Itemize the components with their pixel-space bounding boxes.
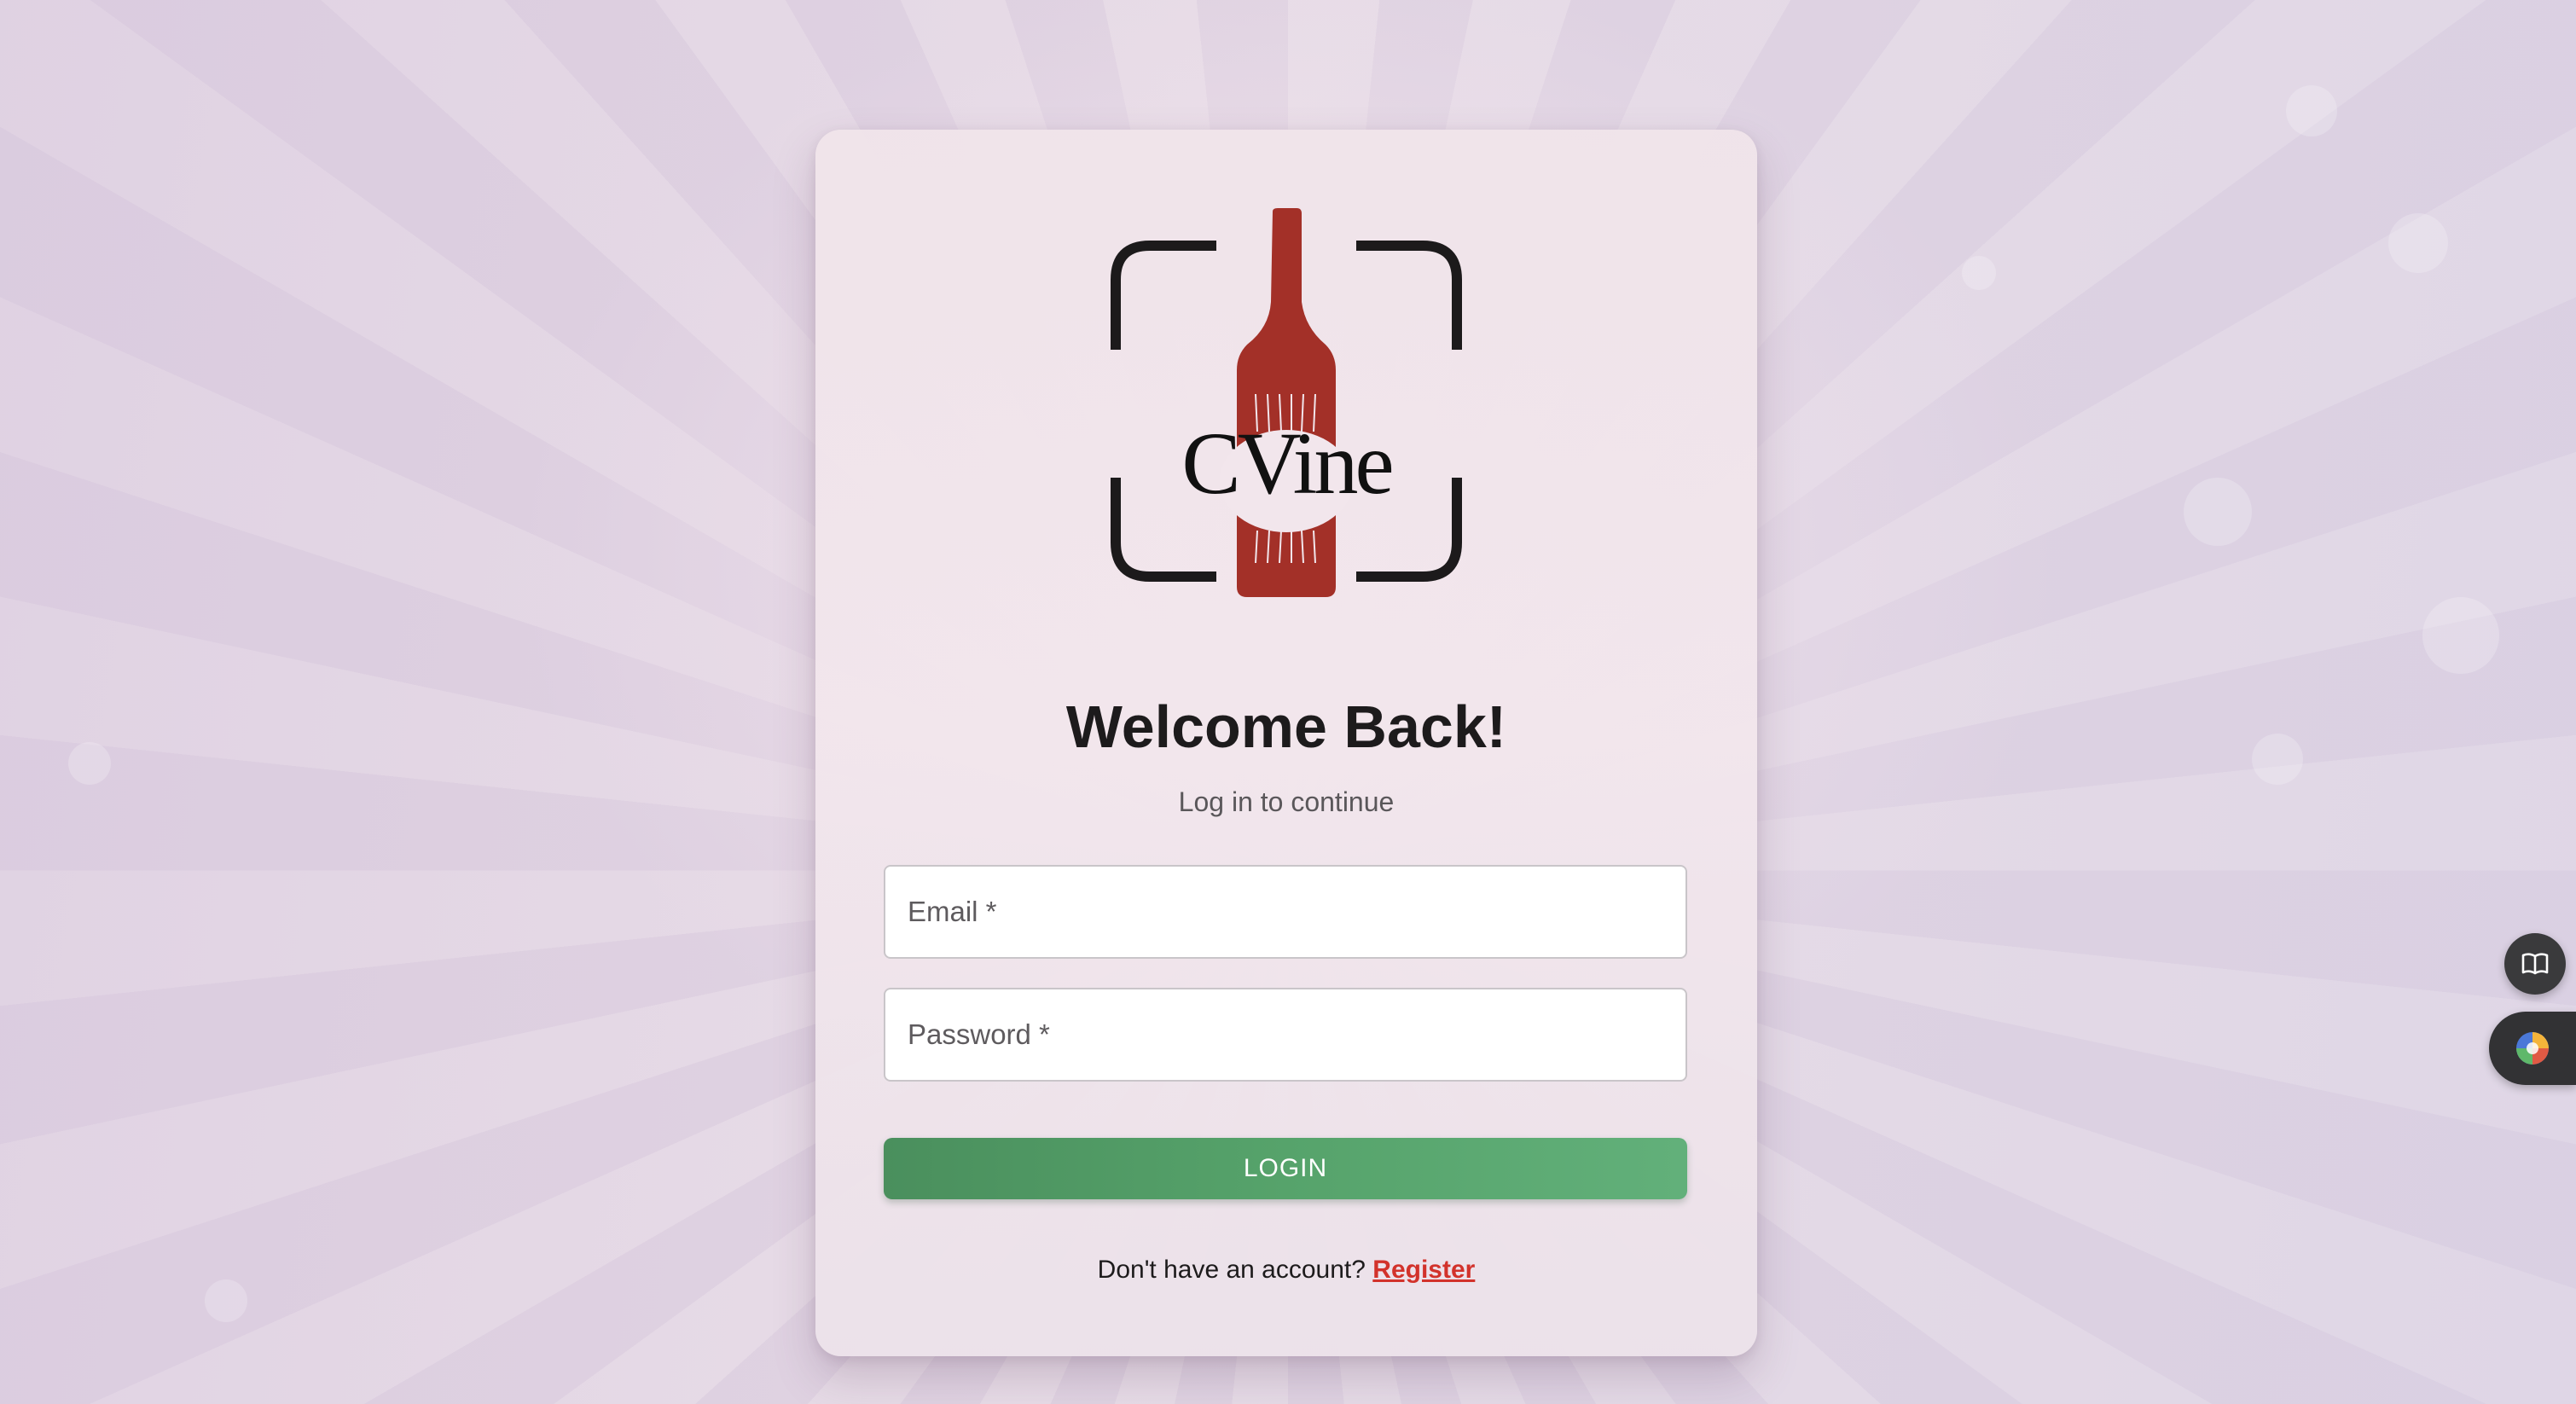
register-prompt-line: Don't have an account? Register [815,1256,1757,1285]
email-input[interactable] [885,867,1685,957]
password-field[interactable]: Password * [884,988,1687,1082]
page-subtitle: Log in to continue [1178,786,1395,817]
frame-corner-top-right [1356,241,1462,350]
page-title: Welcome Back! [1065,693,1507,760]
email-field[interactable]: Email * [884,865,1687,959]
frame-corner-top-left [1111,241,1216,350]
background-bokeh [2388,213,2448,273]
wine-bottle-icon [1237,208,1336,597]
password-input[interactable] [885,989,1685,1080]
background-bokeh [205,1279,247,1322]
logo-brand-text: CVine [1181,415,1394,513]
reader-mode-button[interactable] [2504,933,2566,995]
color-wheel-icon [2516,1032,2549,1065]
background-bokeh [1962,256,1996,290]
background-bokeh [2184,478,2252,546]
extension-tab-button[interactable] [2489,1012,2576,1085]
background-bokeh [68,742,111,785]
background-bokeh [2252,734,2303,785]
login-button[interactable]: LOGIN [884,1138,1687,1199]
register-link[interactable]: Register [1372,1256,1475,1284]
register-prompt-text: Don't have an account? [1097,1256,1366,1284]
book-open-icon [2521,953,2549,975]
background-bokeh [2286,85,2337,136]
background-bokeh [2422,597,2499,674]
cvine-logo [1111,208,1462,597]
